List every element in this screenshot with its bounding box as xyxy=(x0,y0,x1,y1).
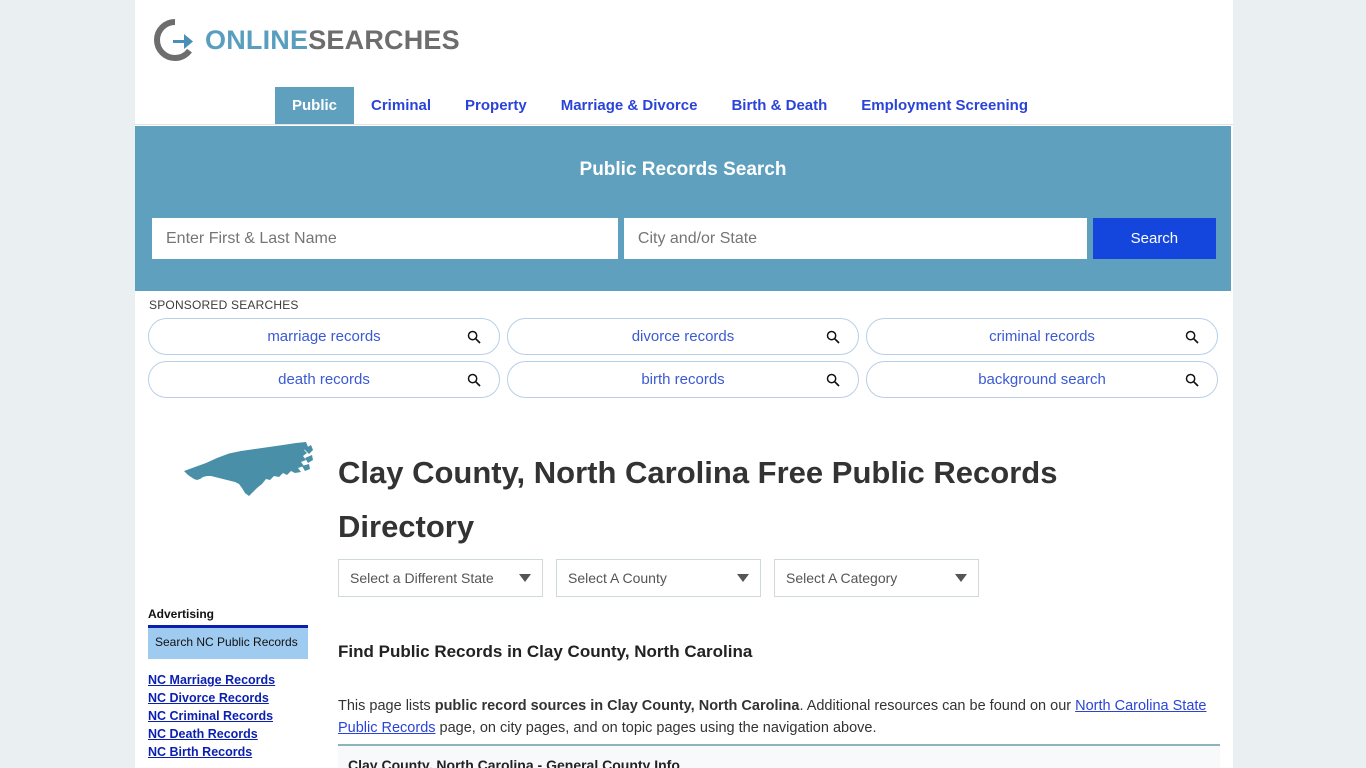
sponsored-pill-birth-records[interactable]: birth records xyxy=(507,361,859,398)
public-records-search-panel: Public Records Search Search xyxy=(135,126,1231,291)
sidebar-link-list: NC Marriage Records NC Divorce Records N… xyxy=(148,673,308,759)
sidebar-item-nc-death-records[interactable]: NC Death Records xyxy=(148,727,308,741)
search-icon xyxy=(467,373,481,387)
select-state-dropdown[interactable]: Select a Different State xyxy=(338,559,543,597)
location-search-input[interactable] xyxy=(623,218,1087,259)
search-button[interactable]: Search xyxy=(1092,218,1216,259)
search-panel-title: Public Records Search xyxy=(579,159,787,180)
logo-text-online: ONLINE xyxy=(205,24,309,55)
site-container: ONLINESEARCHES Public Criminal Property … xyxy=(135,0,1233,768)
select-category-dropdown[interactable]: Select A Category xyxy=(774,559,979,597)
circle-arrow-icon xyxy=(153,18,197,62)
ad-search-nc-public-records[interactable]: Search NC Public Records xyxy=(148,625,308,659)
filter-selectors: Select a Different State Select A County… xyxy=(338,559,979,597)
sidebar-item-nc-divorce-records[interactable]: NC Divorce Records xyxy=(148,691,308,705)
general-county-info-section: Clay County, North Carolina - General Co… xyxy=(338,746,1220,768)
tab-property[interactable]: Property xyxy=(448,87,544,124)
site-logo[interactable]: ONLINESEARCHES xyxy=(153,14,460,66)
tab-public[interactable]: Public xyxy=(275,87,355,124)
sidebar-item-nc-marriage-records[interactable]: NC Marriage Records xyxy=(148,673,308,687)
chevron-down-icon xyxy=(519,574,531,582)
paragraph-text-3: page, on city pages, and on topic pages … xyxy=(435,720,877,737)
sponsored-pill-label: criminal records xyxy=(989,328,1095,345)
name-search-input[interactable] xyxy=(152,218,618,259)
paragraph-text-1: This page lists xyxy=(338,697,435,714)
search-icon xyxy=(826,330,840,344)
search-icon xyxy=(467,330,481,344)
select-category-value: Select A Category xyxy=(786,570,898,586)
logo-text-searches: SEARCHES xyxy=(308,24,460,55)
page-root: ONLINESEARCHES Public Criminal Property … xyxy=(0,0,1366,768)
chevron-down-icon xyxy=(737,574,749,582)
tab-marriage-divorce[interactable]: Marriage & Divorce xyxy=(544,87,715,124)
paragraph-bold-phrase: public record sources in Clay County, No… xyxy=(434,697,800,714)
select-state-value: Select a Different State xyxy=(350,570,494,586)
section-title: Clay County, North Carolina - General Co… xyxy=(348,757,680,768)
chevron-down-icon xyxy=(955,574,967,582)
tab-birth-death[interactable]: Birth & Death xyxy=(714,87,844,124)
main-navigation: Public Criminal Property Marriage & Divo… xyxy=(135,87,1233,125)
sidebar-item-nc-birth-records[interactable]: NC Birth Records xyxy=(148,745,308,759)
page-title: Clay County, North Carolina Free Public … xyxy=(338,454,1058,545)
sponsored-searches-list: marriage records divorce records crimina… xyxy=(148,318,1218,398)
content-heading: Find Public Records in Clay County, Nort… xyxy=(338,642,753,662)
content-paragraph: This page lists public record sources in… xyxy=(338,695,1220,741)
sponsored-pill-criminal-records[interactable]: criminal records xyxy=(866,318,1218,355)
sponsored-pill-label: divorce records xyxy=(631,328,735,345)
sponsored-pill-label: marriage records xyxy=(267,328,381,345)
search-icon xyxy=(826,373,840,387)
select-county-value: Select A County xyxy=(568,570,667,586)
search-icon xyxy=(1185,330,1199,344)
sponsored-pill-marriage-records[interactable]: marriage records xyxy=(148,318,500,355)
search-icon xyxy=(1185,373,1199,387)
sponsored-pill-label: birth records xyxy=(641,371,725,388)
sponsored-pill-background-search[interactable]: background search xyxy=(866,361,1218,398)
sponsored-pill-divorce-records[interactable]: divorce records xyxy=(507,318,859,355)
sponsored-searches-label: SPONSORED SEARCHES xyxy=(149,298,299,312)
tab-employment-screening[interactable]: Employment Screening xyxy=(844,87,1045,124)
search-form: Search xyxy=(152,218,1216,259)
north-carolina-map-icon xyxy=(180,440,315,500)
advertising-heading: Advertising xyxy=(148,607,215,621)
sponsored-pill-label: background search xyxy=(978,371,1106,388)
sidebar-item-nc-criminal-records[interactable]: NC Criminal Records xyxy=(148,709,308,723)
sponsored-pill-death-records[interactable]: death records xyxy=(148,361,500,398)
select-county-dropdown[interactable]: Select A County xyxy=(556,559,761,597)
sidebar-advertising: Advertising Search NC Public Records NC … xyxy=(148,607,308,759)
paragraph-text-2: . Additional resources can be found on o… xyxy=(799,697,1076,714)
tab-criminal[interactable]: Criminal xyxy=(354,87,448,124)
sponsored-pill-label: death records xyxy=(278,371,370,388)
